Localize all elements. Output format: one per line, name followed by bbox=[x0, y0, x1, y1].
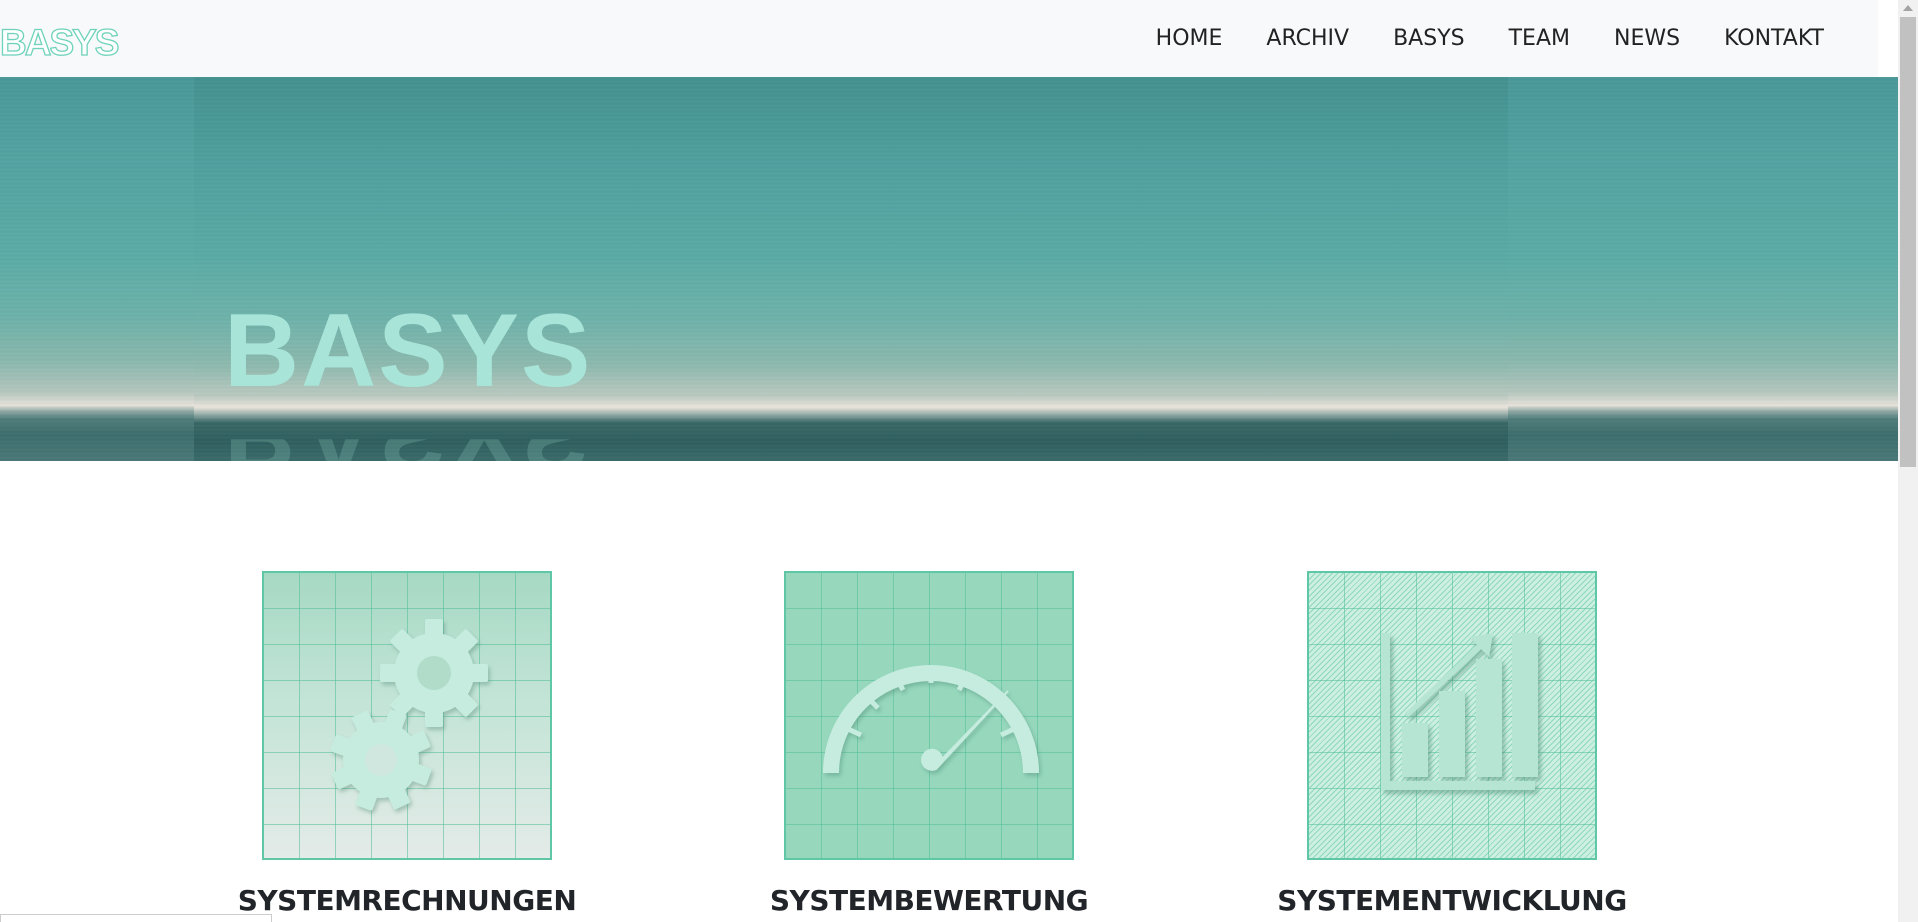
service-title[interactable]: SYSTEMENTWICKLUNG bbox=[1227, 881, 1677, 921]
service-card-systembewertung[interactable]: SYSTEMBEWERTUNG bbox=[770, 571, 1089, 917]
scroll-thumb[interactable] bbox=[1900, 17, 1916, 467]
speedometer-icon bbox=[823, 665, 1039, 774]
navbar: BASYS HOME ARCHIV BASYS TEAM NEWS KONTAK… bbox=[0, 0, 1878, 77]
brand-logo[interactable]: BASYS bbox=[0, 21, 120, 64]
gears-icon bbox=[330, 619, 488, 811]
service-tile[interactable] bbox=[1307, 571, 1597, 860]
nav-item-team[interactable]: TEAM bbox=[1487, 23, 1592, 55]
hero-title: BASYS bbox=[224, 293, 593, 409]
service-tile[interactable] bbox=[784, 571, 1074, 860]
growth-chart-icon bbox=[1381, 633, 1538, 790]
nav-item-kontakt[interactable]: KONTAKT bbox=[1702, 23, 1824, 55]
nav-item-news[interactable]: NEWS bbox=[1592, 23, 1702, 55]
bottom-bar bbox=[0, 914, 272, 922]
hero-banner: BASYS BASYS bbox=[0, 77, 1898, 461]
service-card-systemrechnungen[interactable]: SYSTEMRECHNUNGEN bbox=[238, 571, 577, 917]
service-tile[interactable] bbox=[262, 571, 552, 860]
service-title[interactable]: SYSTEMBEWERTUNG bbox=[704, 881, 1154, 921]
nav-item-home[interactable]: HOME bbox=[1134, 23, 1245, 55]
scroll-up-icon[interactable] bbox=[1903, 5, 1913, 11]
service-card-systementwicklung[interactable]: SYSTEMENTWICKLUNG bbox=[1277, 571, 1627, 917]
nav-item-basys[interactable]: BASYS bbox=[1371, 23, 1487, 55]
main-nav: HOME ARCHIV BASYS TEAM NEWS KONTAKT bbox=[1134, 23, 1824, 55]
nav-item-archiv[interactable]: ARCHIV bbox=[1244, 23, 1371, 55]
scrollbar[interactable] bbox=[1898, 0, 1918, 922]
